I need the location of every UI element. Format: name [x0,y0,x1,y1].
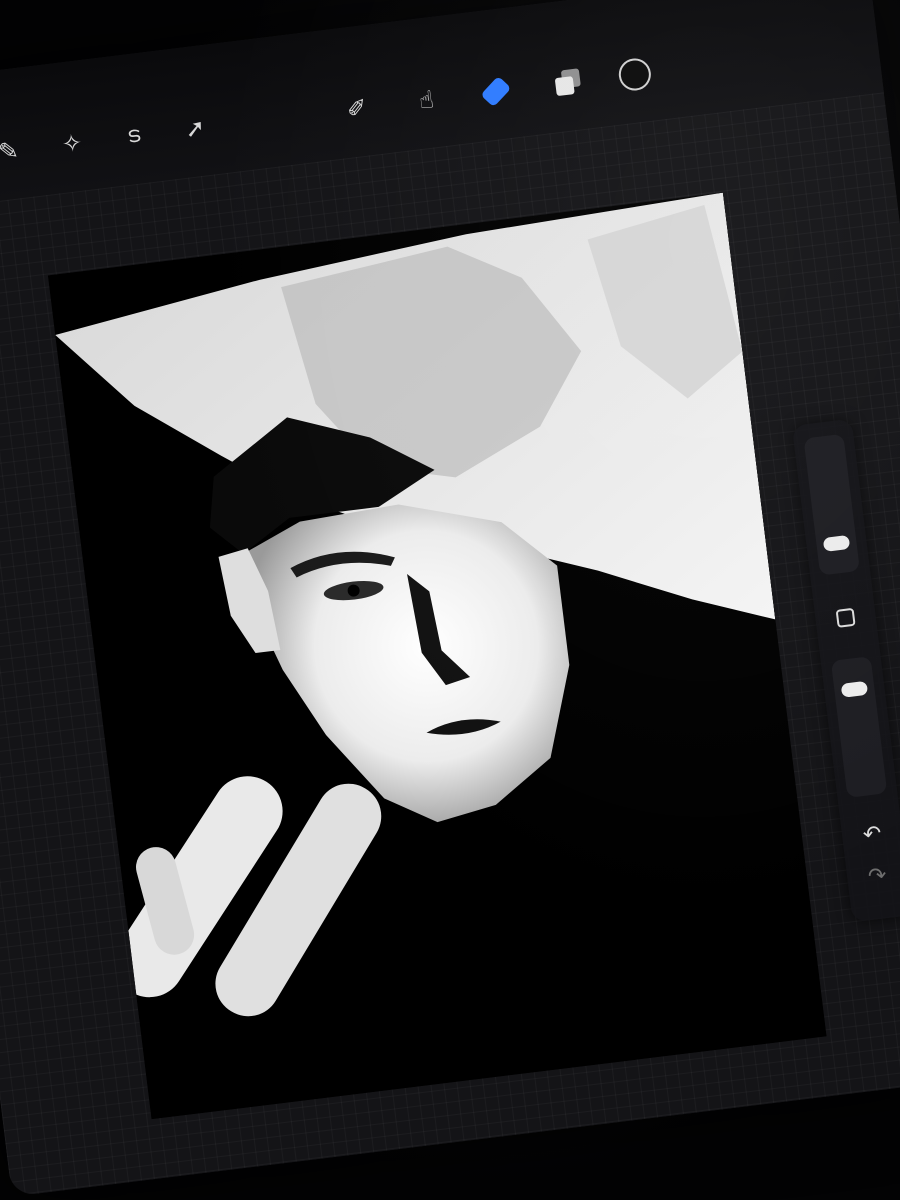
selection-button[interactable]: ട [111,114,156,159]
brush-size-thumb[interactable] [822,534,851,552]
color-button[interactable] [613,52,658,97]
square-icon [835,607,856,628]
photo-background: ギ ✎ ✧ ട ➚ ✐ ☝ [0,0,900,1200]
arrow-cursor-icon: ➚ [183,113,207,144]
layers-button[interactable] [546,60,591,105]
transform-button[interactable]: ➚ [173,106,218,151]
smudge-finger-icon: ☝ [417,85,436,115]
wrench-icon: ✎ [0,136,21,167]
smudge-button[interactable]: ☝ [404,78,449,123]
artwork-canvas[interactable] [47,192,827,1120]
brush-opacity-thumb[interactable] [840,680,869,698]
modify-button[interactable] [829,601,862,634]
eraser-button[interactable] [474,69,519,114]
ipad-screen: ギ ✎ ✧ ട ➚ ✐ ☝ [0,0,900,1197]
adjustments-button[interactable]: ✧ [50,121,95,166]
brush-opacity-slider[interactable] [830,656,888,798]
brush-button[interactable]: ✐ [335,86,380,131]
undo-icon: ↶ [861,820,883,848]
undo-button[interactable]: ↶ [855,818,888,851]
brush-size-slider[interactable] [803,433,861,576]
actions-button[interactable]: ✎ [0,129,31,174]
eraser-icon [480,75,512,108]
brush-sidebar: ↶ ↷ [791,418,900,923]
layers-icon [554,68,583,97]
top-toolbar: ギ ✎ ✧ ട ➚ ✐ ☝ [0,0,884,215]
redo-icon: ↷ [866,862,888,890]
selection-icon: ട [125,122,142,149]
magic-wand-icon: ✧ [60,128,84,159]
redo-button[interactable]: ↷ [861,859,894,892]
artwork-painting [47,192,827,1120]
color-swatch-icon [617,56,653,93]
brush-icon: ✐ [345,93,369,124]
